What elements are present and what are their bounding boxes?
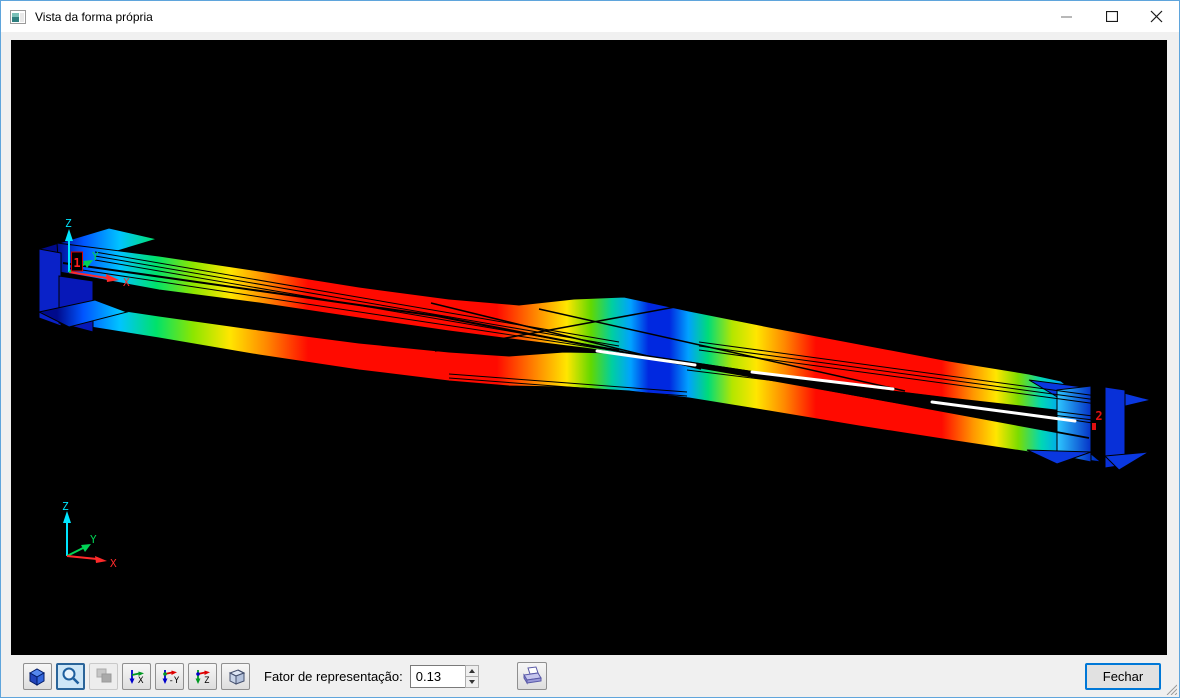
factor-spinner <box>465 665 479 688</box>
resize-grip[interactable] <box>1165 683 1177 695</box>
close-button[interactable] <box>1134 1 1179 32</box>
zoom-icon <box>60 666 82 686</box>
view-along-z-button[interactable]: Z <box>188 663 217 690</box>
x-axis-label: X <box>123 276 130 289</box>
isometric-view-button[interactable] <box>23 663 52 690</box>
maximize-icon <box>1106 11 1118 22</box>
x-axis-label: X <box>110 557 117 570</box>
factor-spinbox <box>410 665 479 688</box>
view-along-x-icon: X <box>126 666 148 686</box>
printer-icon <box>520 664 544 688</box>
maximize-button[interactable] <box>1089 1 1134 32</box>
titlebar[interactable]: Vista da forma própria <box>1 1 1179 32</box>
svg-text:1: 1 <box>73 256 80 270</box>
y-axis-label: Y <box>90 533 97 546</box>
minimize-icon <box>1061 16 1072 18</box>
close-icon <box>1150 10 1163 23</box>
factor-input[interactable] <box>410 665 465 688</box>
axonometric-view-button[interactable] <box>221 663 250 690</box>
window-title: Vista da forma própria <box>35 10 1044 24</box>
chevron-down-icon <box>469 680 475 684</box>
dialog-window: Vista da forma própria <box>0 0 1180 698</box>
view-along-minus-y-icon: -Y <box>159 666 181 686</box>
isometric-view-icon <box>27 666 49 686</box>
move-view-icon <box>93 666 115 686</box>
minimize-button <box>1044 1 1089 32</box>
move-view-button <box>89 663 118 690</box>
zoom-button[interactable] <box>56 663 85 690</box>
dialog-content: Z Y X 1 2 Z Y <box>1 32 1179 697</box>
svg-text:X: X <box>138 676 144 686</box>
close-dialog-button[interactable]: Fechar <box>1085 663 1161 690</box>
chevron-up-icon <box>469 669 475 673</box>
factor-label: Fator de representação: <box>264 669 403 684</box>
svg-text:-Y: -Y <box>168 676 179 686</box>
print-button[interactable] <box>517 662 547 690</box>
y-axis-label: Y <box>92 250 99 263</box>
view-along-x-button[interactable]: X <box>122 663 151 690</box>
node-label-1: 1 <box>72 252 83 271</box>
view-along-minus-y-button[interactable]: -Y <box>155 663 184 690</box>
svg-text:Z: Z <box>204 676 210 686</box>
svg-text:2: 2 <box>1095 409 1102 423</box>
app-icon <box>10 9 26 25</box>
z-axis-label: Z <box>62 500 69 513</box>
bottom-toolbar: X -Y <box>11 655 1169 697</box>
viewport-3d[interactable]: Z Y X 1 2 Z Y <box>11 40 1167 655</box>
z-axis-label: Z <box>65 217 72 230</box>
spin-up-button[interactable] <box>466 666 478 677</box>
axonometric-view-icon <box>225 666 247 686</box>
view-along-z-icon: Z <box>192 666 214 686</box>
spin-down-button[interactable] <box>466 677 478 687</box>
